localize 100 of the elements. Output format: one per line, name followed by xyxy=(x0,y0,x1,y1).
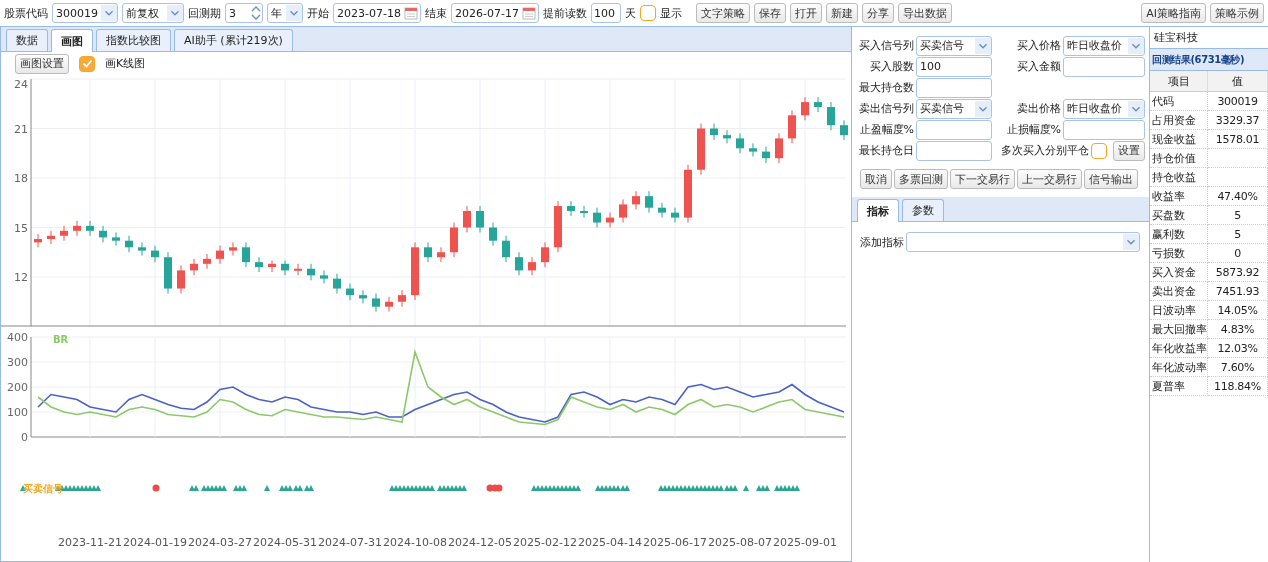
toolbar-button[interactable]: 打开 xyxy=(790,3,822,23)
toolbar-button[interactable]: 导出数据 xyxy=(898,3,952,23)
candle xyxy=(281,260,289,276)
candle xyxy=(749,142,757,158)
tab[interactable]: 参数 xyxy=(902,199,944,221)
table-cell: 占用资金 xyxy=(1150,111,1208,130)
action-button[interactable]: 上一交易行 xyxy=(1017,169,1082,189)
table-cell: 1578.01 xyxy=(1208,130,1268,149)
toolbar-button[interactable]: 新建 xyxy=(826,3,858,23)
field-label: 开始 xyxy=(307,5,329,21)
indicator-select[interactable] xyxy=(906,232,1140,252)
candle xyxy=(684,164,692,224)
checkbox[interactable] xyxy=(640,5,656,21)
calendar-icon[interactable] xyxy=(521,6,536,20)
table-cell: 5873.92 xyxy=(1208,263,1268,282)
action-button[interactable]: 多票回测 xyxy=(894,169,948,189)
candle xyxy=(632,190,640,210)
tab[interactable]: 指数比较图 xyxy=(96,29,171,51)
input-field[interactable] xyxy=(916,119,992,140)
candle xyxy=(372,293,380,313)
table-cell: 现金收益 xyxy=(1150,130,1208,149)
y-tick-label: 12 xyxy=(14,271,28,284)
candle xyxy=(723,129,731,144)
toolbar-button[interactable]: 策略示例 xyxy=(1210,3,1264,23)
date-label: 2024-12-05 xyxy=(448,536,512,549)
y-tick-label: 300 xyxy=(7,356,28,369)
start-date-field[interactable]: 2023-07-18 xyxy=(333,3,421,23)
candle xyxy=(762,146,770,164)
table-cell: 卖出资金 xyxy=(1150,282,1208,301)
y-tick-label: 15 xyxy=(14,221,28,235)
field-label: 买入金额 xyxy=(1016,59,1061,74)
tab[interactable]: 画图 xyxy=(51,29,93,52)
calendar-icon[interactable] xyxy=(403,6,418,20)
dropdown-field[interactable]: 买卖信号 xyxy=(916,98,992,119)
signal-label: 买卖信号 xyxy=(23,483,63,494)
chevron-down-icon xyxy=(1128,36,1144,55)
dropdown-field[interactable]: 昨日收盘价 xyxy=(1063,35,1145,56)
candle xyxy=(47,230,55,245)
candle xyxy=(801,96,809,121)
check-icon xyxy=(81,58,93,69)
tab[interactable]: 数据 xyxy=(6,29,48,51)
dropdown-field[interactable]: 买卖信号 xyxy=(916,35,992,56)
stock-code-select[interactable]: 300019 xyxy=(52,3,118,23)
input-field[interactable] xyxy=(916,140,992,161)
field-label: 买入股数 xyxy=(869,59,914,74)
toolbar-button[interactable]: 文字策略 xyxy=(696,3,750,23)
candle xyxy=(515,251,523,276)
checkbox-label: 显示 xyxy=(660,5,682,21)
checkbox[interactable] xyxy=(1091,142,1107,159)
field-label: 结束 xyxy=(425,5,447,21)
date-label: 2024-01-19 xyxy=(123,536,187,549)
table-cell: 4.83% xyxy=(1208,320,1268,339)
date-label: 2025-04-14 xyxy=(578,536,642,549)
period-spinner[interactable]: 3 xyxy=(225,3,263,23)
candle xyxy=(697,123,705,176)
dropdown-field[interactable]: 昨日收盘价 xyxy=(1063,98,1145,119)
adjust-select[interactable]: 前复权 xyxy=(122,3,184,23)
toolbar-button[interactable]: 保存 xyxy=(754,3,786,23)
table-cell: 代码 xyxy=(1150,92,1208,111)
toolbar-button[interactable]: AI策略指南 xyxy=(1141,3,1206,23)
tab[interactable]: 指标 xyxy=(857,199,899,222)
candle xyxy=(554,200,562,253)
candle xyxy=(112,231,120,247)
preload-field[interactable]: 100 xyxy=(591,3,621,23)
table-cell: 5 xyxy=(1208,206,1268,225)
y-tick-label: 21 xyxy=(14,122,28,136)
candle xyxy=(645,190,653,214)
checkbox[interactable] xyxy=(79,55,95,72)
toolbar-button[interactable]: 分享 xyxy=(862,3,894,23)
field-label: 股票代码 xyxy=(4,5,48,21)
input-field[interactable] xyxy=(1063,56,1145,77)
empty-cell xyxy=(1208,168,1268,187)
candle xyxy=(788,109,796,144)
date-label: 2024-07-31 xyxy=(318,536,382,549)
unit-select[interactable]: 年 xyxy=(267,3,303,23)
input-field[interactable] xyxy=(1063,119,1145,140)
settings-button[interactable]: 设置 xyxy=(1113,140,1145,161)
candle xyxy=(151,245,159,263)
date-label: 2025-02-12 xyxy=(513,536,577,549)
action-button[interactable]: 下一交易行 xyxy=(950,169,1015,189)
unit-label: 天 xyxy=(625,5,636,21)
tab[interactable]: AI助手 (累计219次) xyxy=(174,29,293,51)
input-field[interactable]: 100 xyxy=(916,56,992,77)
table-cell: 年化波动率 xyxy=(1150,358,1208,377)
field-label: 卖出价格 xyxy=(1016,101,1061,116)
candle xyxy=(463,205,471,233)
chart-settings-button[interactable]: 画图设置 xyxy=(15,53,69,74)
candle xyxy=(268,260,276,273)
end-date-field[interactable]: 2026-07-17 xyxy=(451,3,539,23)
candle xyxy=(294,263,302,276)
action-button[interactable]: 取消 xyxy=(860,169,892,189)
candle xyxy=(164,251,172,294)
candle xyxy=(476,205,484,233)
candle xyxy=(606,212,614,228)
spinner-arrows-icon[interactable] xyxy=(250,5,262,21)
candle xyxy=(73,220,81,237)
action-button[interactable]: 信号输出 xyxy=(1084,169,1138,189)
chevron-down-icon xyxy=(975,99,991,118)
input-field[interactable] xyxy=(916,77,992,98)
candle xyxy=(34,233,42,248)
